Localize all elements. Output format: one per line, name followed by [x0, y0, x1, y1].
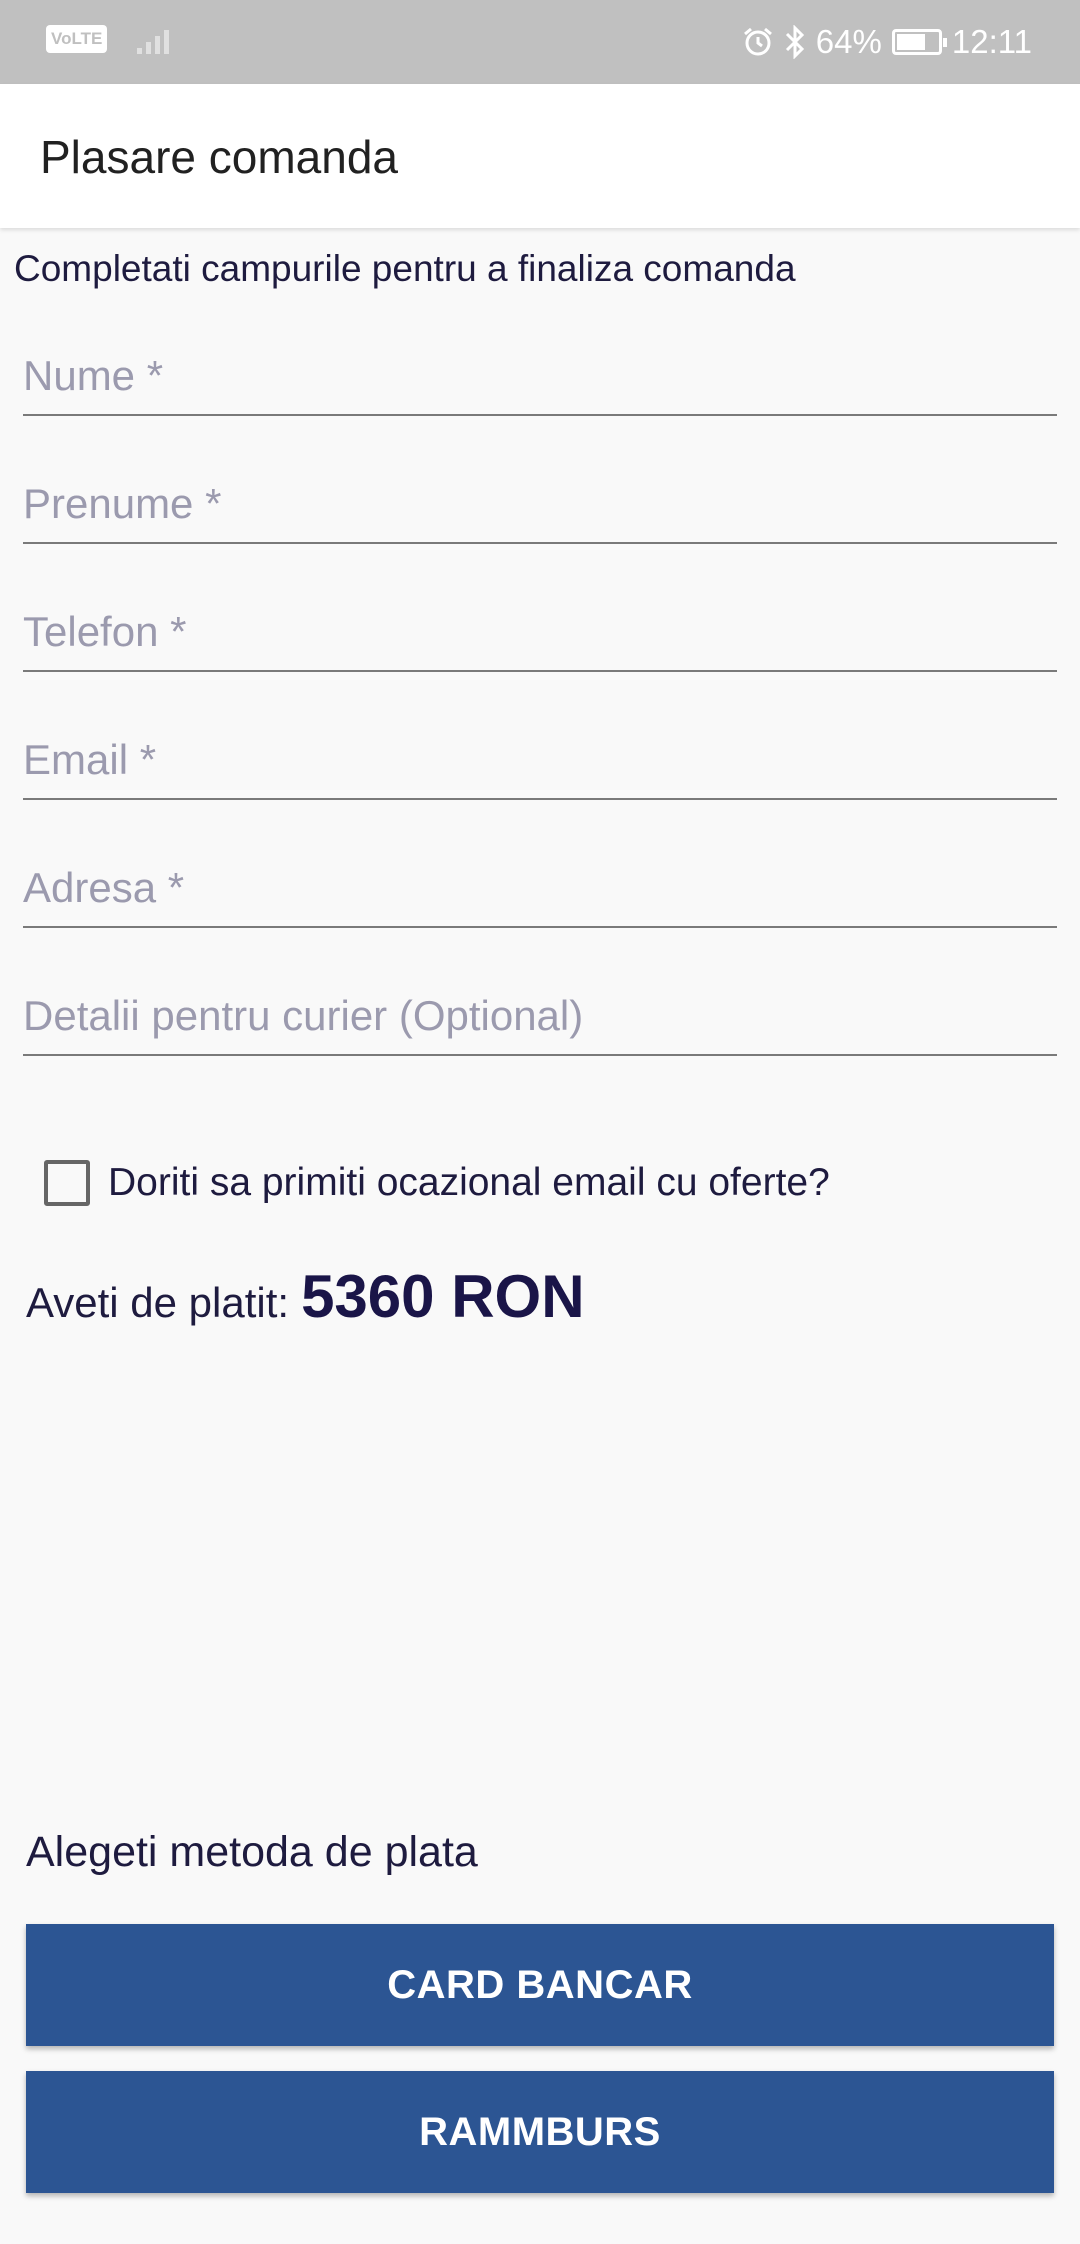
- battery-percent: 64%: [815, 23, 882, 60]
- courier-details-input[interactable]: Detalii pentru curier (Optional): [23, 984, 1057, 1056]
- total-label: Aveti de platit:: [26, 1279, 290, 1326]
- alarm-icon: [743, 27, 772, 56]
- status-bar: VoLTE 64% 12:11: [0, 0, 1080, 84]
- app-bar: Plasare comanda: [0, 84, 1080, 228]
- email-input[interactable]: Email *: [23, 728, 1057, 800]
- page-title: Plasare comanda: [40, 131, 398, 183]
- newsletter-checkbox[interactable]: [44, 1160, 90, 1206]
- battery-icon: [891, 29, 947, 55]
- phone-input[interactable]: Telefon *: [23, 600, 1057, 672]
- clock: 12:11: [951, 23, 1032, 60]
- address-input[interactable]: Adresa *: [23, 856, 1057, 928]
- signal-icon: [137, 24, 170, 54]
- first-name-input[interactable]: Prenume *: [23, 472, 1057, 544]
- card-payment-button[interactable]: CARD BANCAR: [26, 1924, 1054, 2046]
- newsletter-label[interactable]: Doriti sa primiti ocazional email cu ofe…: [108, 1161, 830, 1205]
- payment-method-title: Alegeti metoda de plata: [26, 1828, 478, 1876]
- status-right: 64% 12:11: [742, 0, 1032, 84]
- total-amount: 5360 RON: [301, 1263, 585, 1330]
- status-left: VoLTE: [46, 24, 170, 54]
- bluetooth-icon: [785, 25, 804, 59]
- cash-on-delivery-button[interactable]: RAMMBURS: [26, 2071, 1054, 2193]
- newsletter-option[interactable]: Doriti sa primiti ocazional email cu ofe…: [44, 1160, 830, 1206]
- last-name-input[interactable]: Nume *: [23, 344, 1057, 416]
- order-total: Aveti de platit: 5360 RON: [26, 1262, 585, 1331]
- form-instructions: Completati campurile pentru a finaliza c…: [14, 248, 796, 289]
- volte-badge: VoLTE: [46, 25, 108, 53]
